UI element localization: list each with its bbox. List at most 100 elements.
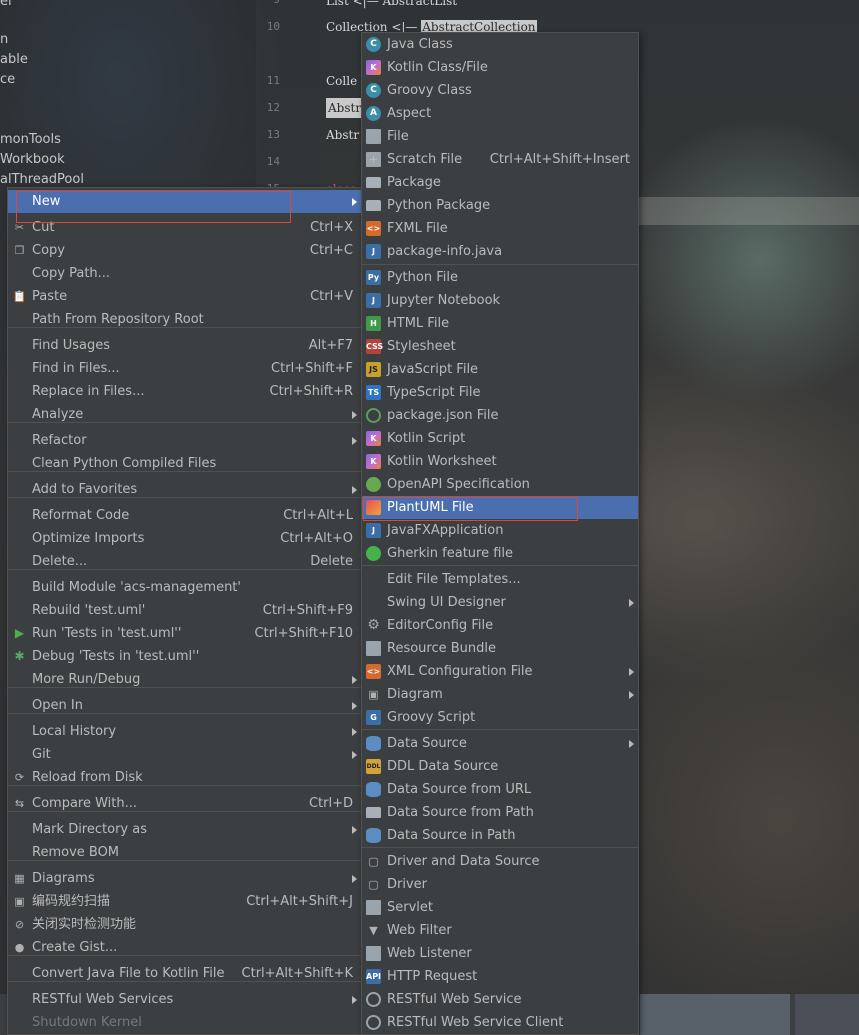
menu-item-shortcut: Ctrl+Shift+R <box>269 384 354 399</box>
menu-item-label: Run 'Tests in 'test.uml'' <box>32 626 182 641</box>
new-item-package[interactable]: Package <box>362 171 638 194</box>
web-filter-icon: ▼ <box>369 924 378 937</box>
code-line[interactable]: List <|— AbstractList <box>326 0 457 11</box>
new-item-package-json-file[interactable]: package.json File <box>362 404 638 427</box>
new-item-kotlin-worksheet[interactable]: K Kotlin Worksheet <box>362 450 638 473</box>
menu-item-label: Web Filter <box>387 923 452 938</box>
menu-item-diagrams[interactable]: ▦ Diagrams <box>8 867 361 890</box>
menu-item-restful-web-services[interactable]: RESTful Web Services <box>8 988 361 1011</box>
new-item-typescript-file[interactable]: TS TypeScript File <box>362 381 638 404</box>
menu-item-label: TypeScript File <box>387 385 481 400</box>
taskbar-thumbnail[interactable] <box>640 994 790 1035</box>
new-item-stylesheet[interactable]: CSS Stylesheet <box>362 335 638 358</box>
new-item-python-file[interactable]: Py Python File <box>362 266 638 289</box>
menu-item-label: Refactor <box>32 433 87 448</box>
new-item-driver-and-data-source[interactable]: ▢ Driver and Data Source <box>362 850 638 873</box>
code-line[interactable]: Abstr <box>326 98 364 118</box>
menu-item-refactor[interactable]: Refactor <box>8 429 361 452</box>
tree-item[interactable]: able <box>0 50 28 70</box>
menu-item-item[interactable]: ⊘ 关闭实时检测功能 <box>8 913 361 936</box>
menu-item-copy-path[interactable]: Copy Path... <box>8 262 361 285</box>
new-item-kotlin-script[interactable]: K Kotlin Script <box>362 427 638 450</box>
new-item-swing-ui-designer[interactable]: Swing UI Designer <box>362 591 638 614</box>
menu-item-shutdown-kernel: Shutdown Kernel <box>8 1011 361 1034</box>
menu-item-build-module-acs-management[interactable]: Build Module 'acs-management' <box>8 576 361 599</box>
taskbar-thumbnail[interactable] <box>795 994 859 1035</box>
new-item-driver[interactable]: ▢ Driver <box>362 873 638 896</box>
new-item-data-source-in-path[interactable]: Data Source in Path <box>362 824 638 847</box>
new-item-javascript-file[interactable]: JS JavaScript File <box>362 358 638 381</box>
menu-item-find-usages[interactable]: Find Usages Alt+F7 <box>8 334 361 357</box>
new-item-diagram[interactable]: ▣ Diagram <box>362 683 638 706</box>
new-item-kotlin-class-file[interactable]: K Kotlin Class/File <box>362 56 638 79</box>
chevron-right-icon <box>352 437 357 445</box>
openapi-specification-icon <box>366 477 381 492</box>
ddl-data-source-icon: DDL <box>366 759 381 774</box>
menu-item-git[interactable]: Git <box>8 743 361 766</box>
menu-item-item[interactable]: ▣ 编码规约扫描 Ctrl+Alt+Shift+J <box>8 890 361 913</box>
new-item-aspect[interactable]: A Aspect <box>362 102 638 125</box>
new-item-scratch-file[interactable]: + Scratch File Ctrl+Alt+Shift+Insert <box>362 148 638 171</box>
new-item-python-package[interactable]: Python Package <box>362 194 638 217</box>
context-menu: New ✂ Cut Ctrl+X ❐ Copy Ctrl+C Copy Path... 📋 Pas… <box>7 187 362 1035</box>
new-item-web-listener[interactable]: Web Listener <box>362 942 638 965</box>
menu-item-local-history[interactable]: Local History <box>8 720 361 743</box>
new-item-servlet[interactable]: Servlet <box>362 896 638 919</box>
menu-item-run-tests-in-test-uml[interactable]: ▶ Run 'Tests in 'test.uml'' Ctrl+Shift+F10 <box>8 622 361 645</box>
new-item-plantuml-file[interactable]: PlantUML File <box>362 496 638 519</box>
new-item-restful-web-service-client[interactable]: RESTful Web Service Client <box>362 1011 638 1034</box>
new-item-jupyter-notebook[interactable]: J Jupyter Notebook <box>362 289 638 312</box>
menu-item-label: OpenAPI Specification <box>387 477 530 492</box>
plantuml-file-icon <box>366 500 381 515</box>
menu-item-replace-in-files[interactable]: Replace in Files... Ctrl+Shift+R <box>8 380 361 403</box>
menu-item-optimize-imports[interactable]: Optimize Imports Ctrl+Alt+O <box>8 527 361 550</box>
new-item-resource-bundle[interactable]: Resource Bundle <box>362 637 638 660</box>
new-item-web-filter[interactable]: ▼ Web Filter <box>362 919 638 942</box>
new-item-ddl-data-source[interactable]: DDL DDL Data Source <box>362 755 638 778</box>
chevron-right-icon <box>352 486 357 494</box>
menu-item-label: EditorConfig File <box>387 618 494 633</box>
tree-item[interactable]: monTools <box>0 130 61 150</box>
chevron-right-icon <box>352 702 357 710</box>
line-number: 10 <box>266 20 280 33</box>
new-item-openapi-specification[interactable]: OpenAPI Specification <box>362 473 638 496</box>
new-item-gherkin-feature-file[interactable]: Gherkin feature file <box>362 542 638 565</box>
menu-item-label: JavaFXApplication <box>387 523 504 538</box>
menu-item-label: New <box>32 194 61 209</box>
new-item-html-file[interactable]: H HTML File <box>362 312 638 335</box>
tree-item[interactable]: n <box>0 30 8 50</box>
menu-item-debug-tests-in-test-uml[interactable]: ✱ Debug 'Tests in 'test.uml'' <box>8 645 361 668</box>
tree-item[interactable]: Workbook <box>0 150 65 170</box>
menu-item-paste[interactable]: 📋 Paste Ctrl+V <box>8 285 361 308</box>
new-item-package-info-java[interactable]: Jpackage-info.java <box>362 240 638 263</box>
new-item-groovy-class[interactable]: C Groovy Class <box>362 79 638 102</box>
new-item-fxml-file[interactable]: <> FXML File <box>362 217 638 240</box>
new-item-groovy-script[interactable]: G Groovy Script <box>362 706 638 729</box>
new-item-editorconfig-file[interactable]: ⚙ EditorConfig File <box>362 614 638 637</box>
menu-item-cut[interactable]: ✂ Cut Ctrl+X <box>8 216 361 239</box>
chevron-right-icon <box>629 599 634 607</box>
menu-item-rebuild-test-uml[interactable]: Rebuild 'test.uml' Ctrl+Shift+F9 <box>8 599 361 622</box>
menu-item-copy[interactable]: ❐ Copy Ctrl+C <box>8 239 361 262</box>
code-line[interactable]: Colle <box>326 71 357 91</box>
new-item-xml-configuration-file[interactable]: <> XML Configuration File <box>362 660 638 683</box>
new-item-edit-file-templates[interactable]: Edit File Templates... <box>362 568 638 591</box>
new-item-data-source-from-url[interactable]: Data Source from URL <box>362 778 638 801</box>
tree-item[interactable]: ce <box>0 70 15 90</box>
new-item-file[interactable]: File <box>362 125 638 148</box>
new-item-http-request[interactable]: API HTTP Request <box>362 965 638 988</box>
new-item-data-source[interactable]: Data Source <box>362 732 638 755</box>
menu-item-reformat-code[interactable]: Reformat Code Ctrl+Alt+L <box>8 504 361 527</box>
menu-item-label: PlantUML File <box>387 500 474 515</box>
menu-item-find-in-files[interactable]: Find in Files... Ctrl+Shift+F <box>8 357 361 380</box>
menu-item-mark-directory-as[interactable]: Mark Directory as <box>8 818 361 841</box>
code-line[interactable]: Abstr <box>326 125 359 145</box>
new-item-javafxapplication[interactable]: J JavaFXApplication <box>362 519 638 542</box>
new-item-data-source-from-path[interactable]: Data Source from Path <box>362 801 638 824</box>
menu-separator <box>8 497 361 498</box>
new-item-java-class[interactable]: C Java Class <box>362 33 638 56</box>
new-item-restful-web-service[interactable]: RESTful Web Service <box>362 988 638 1011</box>
tree-item[interactable]: el <box>0 0 12 12</box>
menu-item-new[interactable]: New <box>8 190 361 213</box>
menu-item-label: Find Usages <box>32 338 111 353</box>
